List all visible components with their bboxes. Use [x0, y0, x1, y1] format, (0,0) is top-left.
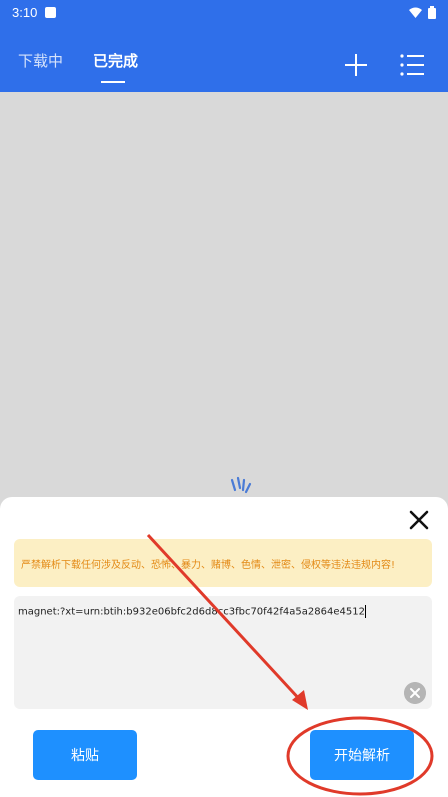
- magnet-link-input[interactable]: magnet:?xt=urn:btih:b932e06bfc2d6d8cc3fb…: [14, 596, 432, 709]
- clear-input-icon[interactable]: [404, 682, 426, 704]
- warning-banner: 严禁解析下载任何涉及反动、恐怖、暴力、赌博、色情、泄密、侵权等违法违规内容!: [14, 539, 432, 587]
- notification-icon: [45, 6, 57, 18]
- tab-downloading[interactable]: 下载中: [18, 50, 63, 71]
- tab-completed[interactable]: 已完成: [93, 50, 138, 71]
- warning-text: 严禁解析下载任何涉及反动、恐怖、暴力、赌博、色情、泄密、侵权等违法违规内容!: [21, 559, 396, 571]
- list-menu-icon[interactable]: [399, 52, 425, 78]
- wifi-icon: [409, 7, 422, 18]
- text-cursor: [364, 605, 366, 618]
- close-icon[interactable]: [408, 509, 430, 531]
- app-bar: 下载中 已完成: [0, 24, 448, 92]
- status-time: 3:10: [12, 4, 38, 20]
- start-parse-button[interactable]: 开始解析: [310, 730, 414, 780]
- parse-bottom-sheet: 严禁解析下载任何涉及反动、恐怖、暴力、赌博、色情、泄密、侵权等违法违规内容! m…: [0, 497, 448, 797]
- magnet-link-value: magnet:?xt=urn:btih:b932e06bfc2d6d8cc3fb…: [18, 606, 365, 618]
- add-icon[interactable]: [343, 52, 369, 78]
- paste-button[interactable]: 粘贴: [33, 730, 137, 780]
- status-bar: 3:10: [0, 0, 448, 24]
- tab-indicator: [101, 81, 125, 83]
- battery-icon: [428, 5, 436, 19]
